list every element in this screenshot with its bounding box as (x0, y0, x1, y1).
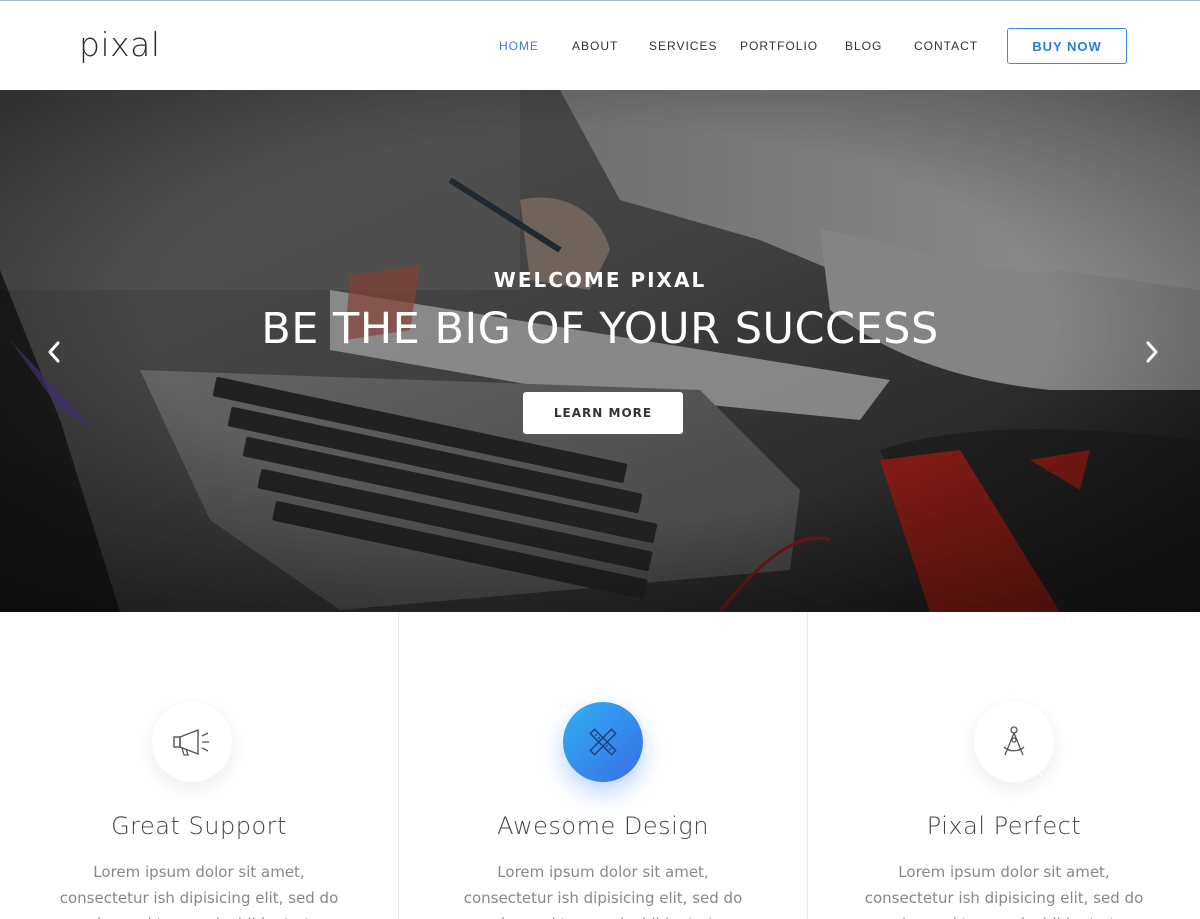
nav-item-blog[interactable]: BLOG (845, 39, 882, 53)
nav-item-services[interactable]: SERVICES (649, 39, 717, 53)
feature-icon-circle-active (563, 702, 643, 782)
hero-slider: WELCOME PIXAL BE THE BIG OF YOUR SUCCESS… (0, 90, 1200, 612)
feature-icon-circle (974, 702, 1054, 782)
slider-next-button[interactable] (1140, 338, 1164, 366)
feature-card-pixel: Pixal Perfect Lorem ipsum dolor sit amet… (808, 612, 1200, 919)
site-header: pixal HOME ABOUT SERVICES PORTFOLIO BLOG… (0, 1, 1200, 90)
feature-title: Great Support (111, 812, 287, 840)
feature-text: Lorem ipsum dolor sit amet, consectetur … (59, 863, 339, 919)
feature-card-support: Great Support Lorem ipsum dolor sit amet… (0, 612, 398, 919)
nav-item-about[interactable]: ABOUT (572, 39, 618, 53)
feature-card-design: Awesome Design Lorem ipsum dolor sit ame… (399, 612, 807, 919)
feature-title: Pixal Perfect (926, 812, 1082, 840)
feature-icon-circle (152, 702, 232, 782)
nav-item-home[interactable]: HOME (499, 39, 539, 53)
feature-text: Lorem ipsum dolor sit amet, consectetur … (463, 863, 743, 919)
learn-more-button[interactable]: LEARN MORE (523, 392, 683, 434)
hero-kicker: WELCOME PIXAL (493, 268, 707, 292)
nav-item-contact[interactable]: CONTACT (914, 39, 978, 53)
megaphone-icon (173, 728, 209, 756)
pencil-ruler-icon (589, 728, 617, 756)
site-logo[interactable]: pixal (79, 25, 161, 64)
compass-icon (1003, 726, 1025, 756)
slider-prev-button[interactable] (42, 338, 66, 366)
features-section: Great Support Lorem ipsum dolor sit amet… (0, 612, 1200, 919)
buy-now-button[interactable]: BUY NOW (1007, 28, 1127, 64)
feature-text: Lorem ipsum dolor sit amet, consectetur … (864, 863, 1144, 919)
chevron-right-icon (1146, 341, 1158, 363)
nav-item-portfolio[interactable]: PORTFOLIO (740, 39, 818, 53)
chevron-left-icon (48, 341, 60, 363)
hero-title: BE THE BIG OF YOUR SUCCESS (261, 304, 939, 354)
feature-title: Awesome Design (497, 812, 709, 840)
